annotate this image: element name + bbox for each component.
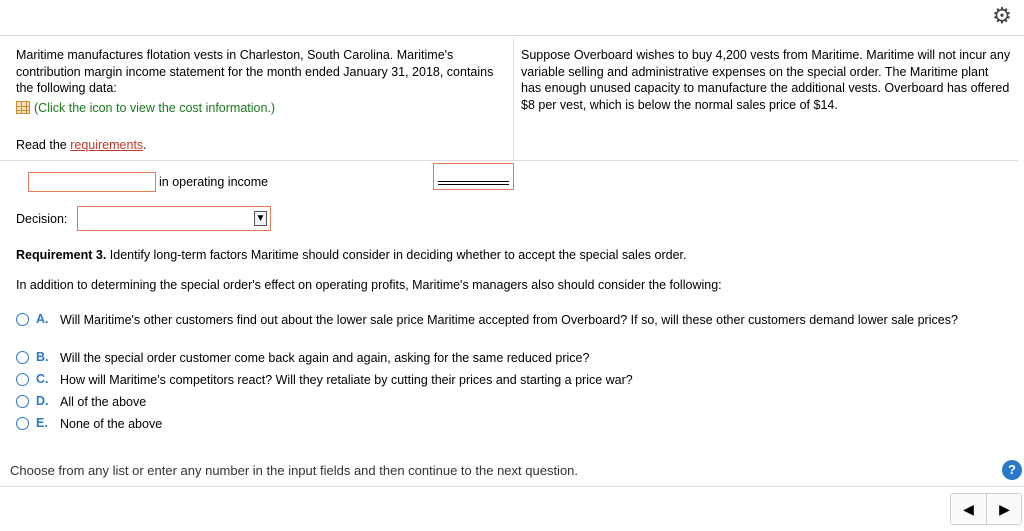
read-prefix: Read the [16,138,71,152]
double-underline [438,181,509,182]
cost-info-link[interactable]: (Click the icon to view the cost informa… [16,100,506,117]
read-requirements: Read the requirements. [16,137,506,154]
radio-button[interactable] [16,351,29,364]
option-d[interactable]: D. All of the above [16,394,996,411]
decision-select[interactable]: ▼ [77,206,271,231]
option-key: B. [36,350,49,364]
problem-left: Maritime manufactures flotation vests in… [16,47,506,154]
previous-button[interactable]: ◀ [951,494,987,524]
footer-instruction: Choose from any list or enter any number… [10,463,579,478]
radio-button[interactable] [16,395,29,408]
table-icon[interactable] [16,100,30,114]
option-key: D. [36,394,49,408]
next-button[interactable]: ▶ [987,494,1022,524]
radio-button[interactable] [16,313,29,326]
requirements-link[interactable]: requirements [70,138,143,152]
requirement-intro: In addition to determining the special o… [16,278,722,292]
gear-icon[interactable]: ⚙ [990,4,1014,28]
option-text: None of the above [60,417,163,431]
decision-label: Decision: [16,212,68,226]
operating-income-input[interactable] [28,172,156,192]
divider [0,160,1018,161]
option-a[interactable]: A. Will Maritime's other customers find … [16,312,996,346]
double-underline [438,184,509,185]
help-icon[interactable]: ? [1002,460,1022,480]
option-text: Will Maritime's other customers find out… [60,313,958,327]
special-order-text: Suppose Overboard wishes to buy 4,200 ve… [521,48,1011,112]
option-key: E. [36,416,48,430]
requirement-heading: Requirement 3. [16,248,107,262]
cost-info-label: (Click the icon to view the cost informa… [34,100,276,115]
problem-right: Suppose Overboard wishes to buy 4,200 ve… [521,47,1011,113]
option-e[interactable]: E. None of the above [16,416,996,433]
problem-text: Maritime manufactures flotation vests in… [16,48,494,95]
requirement-3: Requirement 3. Identify long-term factor… [16,248,686,262]
divider [0,35,1024,36]
option-text: All of the above [60,395,147,409]
read-suffix: . [143,138,147,152]
column-divider [513,38,514,160]
radio-button[interactable] [16,373,29,386]
option-text: How will Maritime's competitors react? W… [60,373,633,387]
question-navigation: ◀ ▶ [950,493,1022,525]
total-input[interactable] [433,163,514,190]
option-text: Will the special order customer come bac… [60,351,590,365]
option-key: C. [36,372,49,386]
option-c[interactable]: C. How will Maritime's competitors react… [16,372,996,389]
radio-button[interactable] [16,417,29,430]
option-key: A. [36,312,49,326]
operating-income-label: in operating income [159,175,269,189]
divider [0,486,1024,487]
option-b[interactable]: B. Will the special order customer come … [16,350,996,367]
dropdown-arrow-icon[interactable]: ▼ [254,211,267,226]
requirement-text: Identify long-term factors Maritime shou… [106,248,687,262]
